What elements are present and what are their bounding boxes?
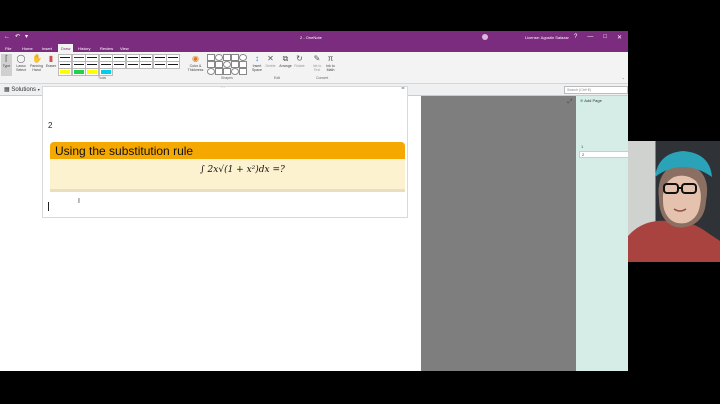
shape-option[interactable] [239, 54, 247, 61]
shape-option[interactable] [207, 61, 215, 68]
group-label-edit: Edit [274, 76, 281, 80]
add-page-button[interactable]: ⊕ Add Page [580, 98, 602, 103]
shape-option[interactable] [223, 54, 231, 61]
user-avatar[interactable] [482, 34, 488, 40]
tab-history[interactable]: History [78, 46, 90, 51]
tab-insert[interactable]: Insert [42, 46, 52, 51]
text-caret [48, 202, 49, 211]
help-button[interactable]: ? [574, 34, 577, 41]
pen-swatch[interactable] [71, 68, 86, 76]
eraser-button[interactable]: ▮ Eraser [45, 54, 57, 68]
ink-to-text-icon: ✎ [313, 54, 321, 63]
delete-button[interactable]: ✕ Delete [264, 54, 277, 68]
container-drag-handle[interactable]: ⋯ [221, 85, 231, 90]
rotate-icon: ↻ [296, 54, 303, 63]
window-controls: ? — □ ✕ [574, 34, 622, 41]
integral-formula: ∫ 2x√(1 + x²)dx =? [200, 165, 285, 175]
webcam-overlay [628, 141, 720, 262]
page-number: 2 [48, 121, 53, 130]
delete-icon: ✕ [267, 54, 274, 63]
tab-home[interactable]: Home [22, 46, 33, 51]
maximize-button[interactable]: □ [603, 34, 607, 41]
shape-option[interactable] [239, 68, 247, 75]
notebook-icon: ▦ [4, 87, 10, 93]
chevron-down-icon: ▾ [37, 87, 40, 92]
shape-option[interactable] [207, 54, 215, 61]
shape-option[interactable] [215, 61, 223, 68]
ink-to-math-icon: π [327, 54, 334, 63]
arrange-button[interactable]: ⧉ Arrange [278, 54, 293, 68]
insert-space-icon: ↕ [255, 54, 259, 63]
insert-space-button[interactable]: ↕ Insert Space [250, 54, 264, 72]
group-label-tools: Tools [98, 76, 107, 80]
ink-to-text-button[interactable]: ✎ Ink to Text [311, 54, 323, 72]
lasso-icon: ◯ [16, 54, 26, 63]
eraser-icon: ▮ [48, 54, 54, 63]
group-label-convert: Convert [316, 76, 329, 80]
notebook-picker[interactable]: ▦ Solutions ▾ [4, 86, 40, 93]
expand-icon[interactable]: ⤢ [566, 98, 574, 106]
arrange-icon: ⧉ [282, 54, 289, 63]
tab-view[interactable]: View [120, 46, 129, 51]
license-label: License: Agustin Salazar [525, 35, 569, 40]
draw-ribbon: ⌈ Type ◯ Lasso Select ✋ Panning Hand ▮ E… [0, 52, 628, 84]
panning-hand-button[interactable]: ✋ Panning Hand [29, 54, 44, 72]
close-button[interactable]: ✕ [617, 34, 622, 41]
shape-option[interactable] [223, 61, 231, 68]
shape-option[interactable] [231, 61, 239, 68]
tab-file[interactable]: File [5, 46, 11, 51]
group-label-shapes: Shapes [221, 76, 233, 80]
shape-option[interactable] [207, 68, 215, 75]
back-icon[interactable]: ← [4, 34, 10, 40]
ink-to-math-button[interactable]: π Ink to Math [324, 54, 337, 72]
page-list-item[interactable]: 1 [579, 144, 627, 149]
heading-text: Using the substitution rule [55, 144, 194, 158]
shape-option[interactable] [215, 68, 223, 75]
pen-gallery [58, 54, 182, 76]
window-title: 2 - OneNote [300, 35, 322, 40]
shape-option[interactable] [223, 68, 231, 75]
ibeam-cursor-icon: I [78, 198, 80, 205]
hand-icon: ✋ [32, 54, 42, 63]
pen-swatch[interactable] [139, 61, 153, 69]
pen-swatch[interactable] [112, 61, 126, 69]
palette-icon: ◉ [192, 54, 199, 63]
pen-swatch[interactable] [98, 68, 113, 76]
shape-option[interactable] [231, 54, 239, 61]
pen-swatch[interactable] [58, 68, 72, 76]
customize-icon[interactable]: ▾ [25, 34, 28, 40]
pen-swatch[interactable] [85, 68, 99, 76]
shapes-gallery [207, 54, 247, 75]
presenter-image [628, 151, 720, 262]
minimize-button[interactable]: — [587, 34, 593, 41]
search-box[interactable]: Search (Ctrl+E) [564, 86, 628, 94]
ribbon-tabs: File Home Insert Draw History Review Vie… [0, 44, 628, 53]
container-resize-handle[interactable]: ◂▸ [401, 85, 405, 90]
lasso-select-button[interactable]: ◯ Lasso Select [14, 54, 28, 72]
rotate-button[interactable]: ↻ Rotate [293, 54, 306, 68]
heading-banner: Using the substitution rule [50, 142, 405, 159]
pen-swatch[interactable] [152, 61, 167, 69]
type-button[interactable]: ⌈ Type [1, 54, 12, 76]
quick-access-toolbar: ← ↶ ▾ [4, 34, 28, 40]
title-bar: ← ↶ ▾ 2 - OneNote License: Agustin Salaz… [0, 31, 628, 44]
pages-panel: ⊕ Add Page 1 2 [576, 96, 628, 371]
undo-icon[interactable]: ↶ [15, 34, 20, 40]
shape-option[interactable] [239, 61, 247, 68]
notebook-name: Solutions [11, 87, 37, 93]
pen-swatch[interactable] [125, 61, 140, 69]
page-list-item-selected[interactable]: 2 [579, 151, 628, 158]
empty-pane [421, 96, 576, 371]
shape-option[interactable] [231, 68, 239, 75]
type-cursor-icon: ⌈ [4, 54, 9, 63]
pen-swatch[interactable] [166, 61, 180, 69]
shape-option[interactable] [215, 54, 223, 61]
color-thickness-button[interactable]: ◉ Color & Thickness [186, 54, 205, 72]
plus-circle-icon: ⊕ [580, 98, 584, 103]
tab-review[interactable]: Review [100, 46, 113, 51]
formula-block: ∫ 2x√(1 + x²)dx =? [50, 159, 405, 192]
collapse-ribbon-icon[interactable]: ⌃ [622, 77, 625, 82]
